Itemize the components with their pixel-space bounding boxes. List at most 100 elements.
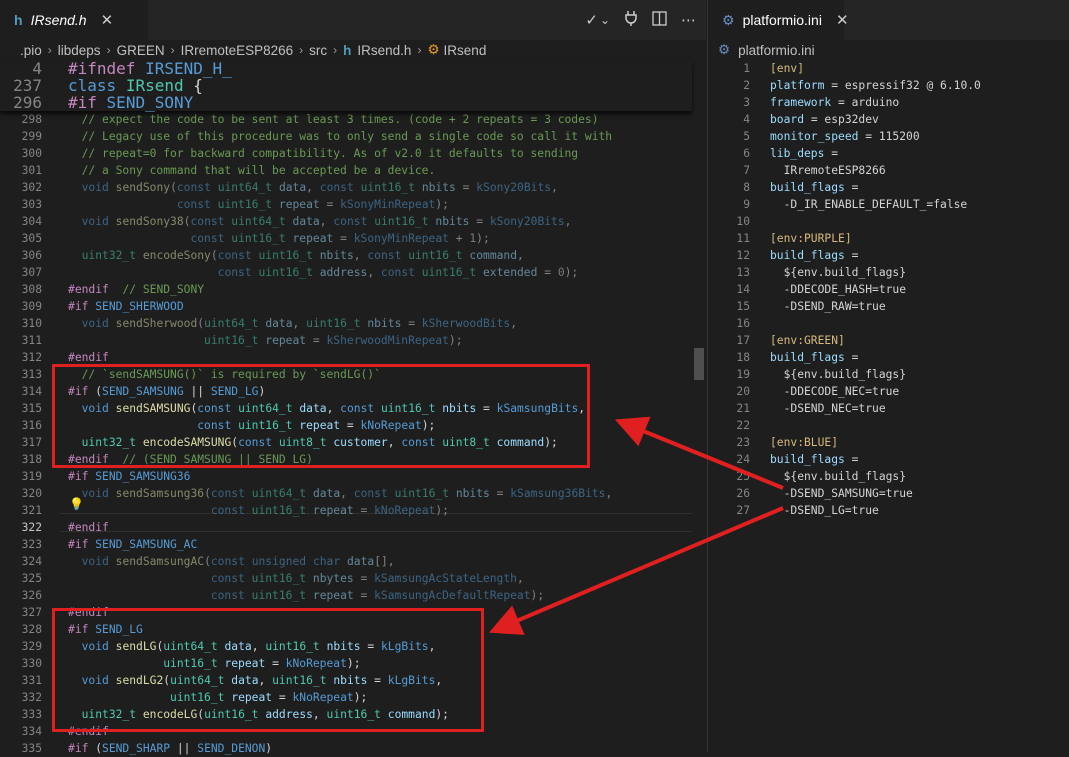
breadcrumb-item[interactable]: .pio xyxy=(20,43,42,58)
line-number: 326 xyxy=(21,589,42,602)
breadcrumb-item[interactable]: IRsend.h xyxy=(357,43,411,58)
line-text: [env:BLUE] xyxy=(770,436,839,449)
code-line[interactable]: 14 -DDECODE_HASH=true xyxy=(708,281,1069,298)
breadcrumb-item[interactable]: src xyxy=(309,43,327,58)
breadcrumb-item[interactable]: IRsend xyxy=(444,43,487,58)
line-number: 305 xyxy=(21,232,42,245)
line-number: 315 xyxy=(21,402,42,415)
code-line[interactable]: 4 board = esp32dev xyxy=(708,111,1069,128)
line-text: void sendSamsung36(const uint64_t data, … xyxy=(81,487,613,500)
code-line[interactable]: 305 const uint16_t repeat = kSonyMinRepe… xyxy=(0,230,706,247)
code-line[interactable]: 18 build_flags = xyxy=(708,349,1069,366)
code-line[interactable]: 300 // repeat=0 for backward compatibili… xyxy=(0,145,706,162)
code-line[interactable]: 309 #if SEND_SHERWOOD xyxy=(0,298,706,315)
code-line[interactable]: 298 // expect the code to be sent at lea… xyxy=(0,111,706,128)
line-number: 8 xyxy=(743,181,750,194)
code-line[interactable]: 27 -DSEND_LG=true xyxy=(708,502,1069,519)
close-icon[interactable]: ✕ xyxy=(836,11,849,29)
ini-editor[interactable]: 1 [env] 2 platform = espressif32 @ 6.10.0 3 f… xyxy=(708,60,1069,530)
code-line[interactable]: 301 // a Sony command that will be accep… xyxy=(0,162,706,179)
code-line[interactable]: 19 ${env.build_flags} xyxy=(708,366,1069,383)
line-number: 325 xyxy=(21,572,42,585)
code-line[interactable]: 322 #endif xyxy=(0,519,706,536)
close-icon[interactable]: ✕ xyxy=(101,11,114,29)
code-line[interactable]: 3 framework = arduino xyxy=(708,94,1069,111)
code-line[interactable]: 323 #if SEND_SAMSUNG_AC xyxy=(0,536,706,553)
code-line[interactable]: 8 build_flags = xyxy=(708,179,1069,196)
breadcrumb-item[interactable]: GREEN xyxy=(117,43,165,58)
code-line[interactable]: 13 ${env.build_flags} xyxy=(708,264,1069,281)
split-editor-icon[interactable] xyxy=(652,10,667,30)
line-number: 7 xyxy=(743,164,750,177)
line-number: 330 xyxy=(21,657,42,670)
code-line[interactable]: 11 [env:PURPLE] xyxy=(708,230,1069,247)
code-line[interactable]: 320 void sendSamsung36(const uint64_t da… xyxy=(0,485,706,502)
line-number: 14 xyxy=(736,283,750,296)
code-line[interactable]: 307 const uint16_t address, const uint16… xyxy=(0,264,706,281)
code-line[interactable]: 25 ${env.build_flags} xyxy=(708,468,1069,485)
checkmark-icon[interactable]: ✓ xyxy=(585,11,598,29)
code-line[interactable]: 324 void sendSamsungAC(const unsigned ch… xyxy=(0,553,706,570)
scrollbar-thumb[interactable] xyxy=(694,348,704,380)
code-line[interactable]: 319 #if SEND_SAMSUNG36 xyxy=(0,468,706,485)
editor-group-left: h IRsend.h ✕ ✓ ⌄ ⋯ .pio › libdeps › GREEN ›… xyxy=(0,0,706,755)
code-line[interactable]: 237 class IRsend { xyxy=(0,77,692,94)
code-line[interactable]: 17 [env:GREEN] xyxy=(708,332,1069,349)
code-line[interactable]: 26 -DSEND_SAMSUNG=true xyxy=(708,485,1069,502)
lightbulb-icon[interactable]: 💡 xyxy=(69,497,84,511)
scrollbar[interactable] xyxy=(692,60,706,752)
line-text: #if SEND_SAMSUNG36 xyxy=(68,470,191,483)
code-line[interactable]: 306 uint32_t encodeSony(const uint16_t n… xyxy=(0,247,706,264)
code-line[interactable]: 10 xyxy=(708,213,1069,230)
code-line[interactable]: 308 #endif // SEND_SONY xyxy=(0,281,706,298)
breadcrumb-item[interactable]: libdeps xyxy=(58,43,101,58)
line-number: 307 xyxy=(21,266,42,279)
code-line[interactable]: 325 const uint16_t nbytes = kSamsungAcSt… xyxy=(0,570,706,587)
line-text: void sendSherwood(uint64_t data, uint16_… xyxy=(81,317,518,330)
code-line[interactable]: 12 build_flags = xyxy=(708,247,1069,264)
settings-file-icon: ⚙ xyxy=(722,11,735,28)
code-line[interactable]: 304 void sendSony38(const uint64_t data,… xyxy=(0,213,706,230)
code-line[interactable]: 21 -DSEND_NEC=true xyxy=(708,400,1069,417)
code-line[interactable]: 15 -DSEND_RAW=true xyxy=(708,298,1069,315)
code-line[interactable]: 311 uint16_t repeat = kSherwoodMinRepeat… xyxy=(0,332,706,349)
code-line[interactable]: 299 // Legacy use of this procedure was … xyxy=(0,128,706,145)
line-number: 300 xyxy=(21,147,42,160)
line-text: uint32_t encodeSony(const uint16_t nbits… xyxy=(81,249,524,262)
code-line[interactable]: 321 const uint16_t repeat = kNoRepeat); xyxy=(0,502,706,519)
code-line[interactable]: 22 xyxy=(708,417,1069,434)
code-line[interactable]: 303 const uint16_t repeat = kSonyMinRepe… xyxy=(0,196,706,213)
code-line[interactable]: 7 IRremoteESP8266 xyxy=(708,162,1069,179)
line-number: 301 xyxy=(21,164,42,177)
line-number: 15 xyxy=(736,300,750,313)
code-line[interactable]: 302 void sendSony(const uint64_t data, c… xyxy=(0,179,706,196)
tab-label: IRsend.h xyxy=(30,12,87,28)
chevron-down-icon[interactable]: ⌄ xyxy=(600,13,610,27)
line-number: 334 xyxy=(21,725,42,738)
code-line[interactable]: 310 void sendSherwood(uint64_t data, uin… xyxy=(0,315,706,332)
line-text: platform = espressif32 @ 6.10.0 xyxy=(770,79,981,92)
code-line[interactable]: 1 [env] xyxy=(708,60,1069,77)
line-number: 309 xyxy=(21,300,42,313)
line-number: 26 xyxy=(736,487,750,500)
code-line[interactable]: 16 xyxy=(708,315,1069,332)
breadcrumb-item[interactable]: platformio.ini xyxy=(738,43,815,58)
breadcrumb-item[interactable]: IRremoteESP8266 xyxy=(181,43,294,58)
code-line[interactable]: 2 platform = espressif32 @ 6.10.0 xyxy=(708,77,1069,94)
plug-icon[interactable] xyxy=(624,10,638,30)
code-line[interactable]: 20 -DDECODE_NEC=true xyxy=(708,383,1069,400)
code-line[interactable]: 4 #ifndef IRSEND_H_ xyxy=(0,60,692,77)
tab-irsend-h[interactable]: h IRsend.h ✕ xyxy=(0,0,148,40)
line-text: ${env.build_flags} xyxy=(770,266,907,279)
tab-platformio-ini[interactable]: ⚙ platformio.ini ✕ xyxy=(708,0,849,40)
code-line[interactable]: 9 -D_IR_ENABLE_DEFAULT_=false xyxy=(708,196,1069,213)
code-line[interactable]: 24 build_flags = xyxy=(708,451,1069,468)
code-line[interactable]: 296 #if SEND_SONY xyxy=(0,94,692,111)
code-line[interactable]: 326 const uint16_t repeat = kSamsungAcDe… xyxy=(0,587,706,604)
code-line[interactable]: 23 [env:BLUE] xyxy=(708,434,1069,451)
more-actions-icon[interactable]: ⋯ xyxy=(681,11,696,29)
line-number: 332 xyxy=(21,691,42,704)
code-line[interactable]: 6 lib_deps = xyxy=(708,145,1069,162)
code-line[interactable]: 335 #if (SEND_SHARP || SEND_DENON) xyxy=(0,740,706,757)
code-line[interactable]: 5 monitor_speed = 115200 xyxy=(708,128,1069,145)
